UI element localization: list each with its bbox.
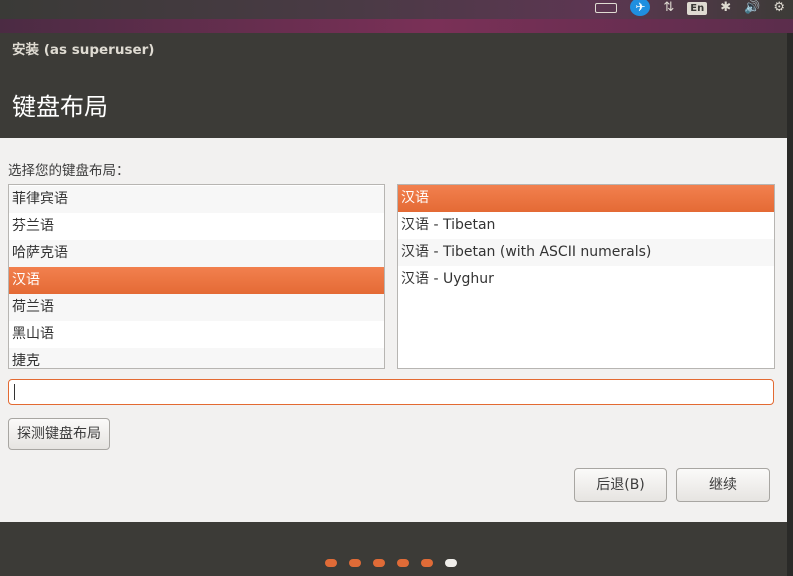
progress-dots [325, 559, 457, 567]
bluetooth-icon[interactable]: ✱ [720, 0, 731, 16]
back-button[interactable]: 后退(B) [574, 468, 667, 502]
progress-dot [349, 559, 361, 567]
keyboard-test-input[interactable] [8, 379, 774, 405]
progress-dot [325, 559, 337, 567]
window-title: 安装 (as superuser) [12, 42, 155, 58]
list-item[interactable]: 哈萨克语 [9, 240, 384, 267]
system-tray: ✈ ⇅ En ✱ 🔊 ⚙ [595, 0, 785, 16]
layout-prompt: 选择您的键盘布局： [8, 163, 130, 179]
installer-footer [0, 522, 787, 576]
list-item[interactable]: 荷兰语 [9, 294, 384, 321]
list-item[interactable]: 汉语 - Tibetan (with ASCII numerals) [398, 239, 774, 266]
desktop-stripe [0, 19, 793, 33]
system-top-bar: ✈ ⇅ En ✱ 🔊 ⚙ [0, 0, 793, 19]
keyboard-icon[interactable] [595, 3, 618, 13]
detect-layout-button[interactable]: 探测键盘布局 [8, 418, 110, 450]
progress-dot [373, 559, 385, 567]
installer-content: 选择您的键盘布局： 菲律宾语 芬兰语 哈萨克语 汉语 荷兰语 黑山语 捷克 汉语… [0, 138, 787, 522]
accessibility-icon[interactable]: ✈ [630, 0, 651, 16]
installer-header: 安装 (as superuser) 键盘布局 [0, 33, 787, 138]
list-item[interactable]: 菲律宾语 [9, 186, 384, 213]
list-item[interactable]: 黑山语 [9, 321, 384, 348]
continue-button[interactable]: 继续 [676, 468, 770, 502]
keyboard-variant-list[interactable]: 汉语 汉语 - Tibetan 汉语 - Tibetan (with ASCII… [397, 184, 775, 369]
list-item-selected[interactable]: 汉语 [398, 185, 774, 212]
progress-dot [397, 559, 409, 567]
gear-icon[interactable]: ⚙ [773, 0, 785, 16]
page-title: 键盘布局 [12, 93, 108, 121]
progress-dot [421, 559, 433, 567]
text-caret [14, 384, 15, 400]
progress-dot-current [445, 559, 457, 567]
list-item[interactable]: 汉语 - Tibetan [398, 212, 774, 239]
window-edge [787, 33, 793, 576]
list-item[interactable]: 汉语 - Uyghur [398, 266, 774, 293]
keyboard-layout-list[interactable]: 菲律宾语 芬兰语 哈萨克语 汉语 荷兰语 黑山语 捷克 [8, 184, 385, 369]
volume-icon[interactable]: 🔊 [744, 0, 760, 16]
network-icon[interactable]: ⇅ [663, 0, 674, 16]
list-item[interactable]: 芬兰语 [9, 213, 384, 240]
language-indicator[interactable]: En [687, 1, 708, 15]
list-item[interactable]: 捷克 [9, 348, 384, 368]
list-item-selected[interactable]: 汉语 [9, 267, 384, 294]
